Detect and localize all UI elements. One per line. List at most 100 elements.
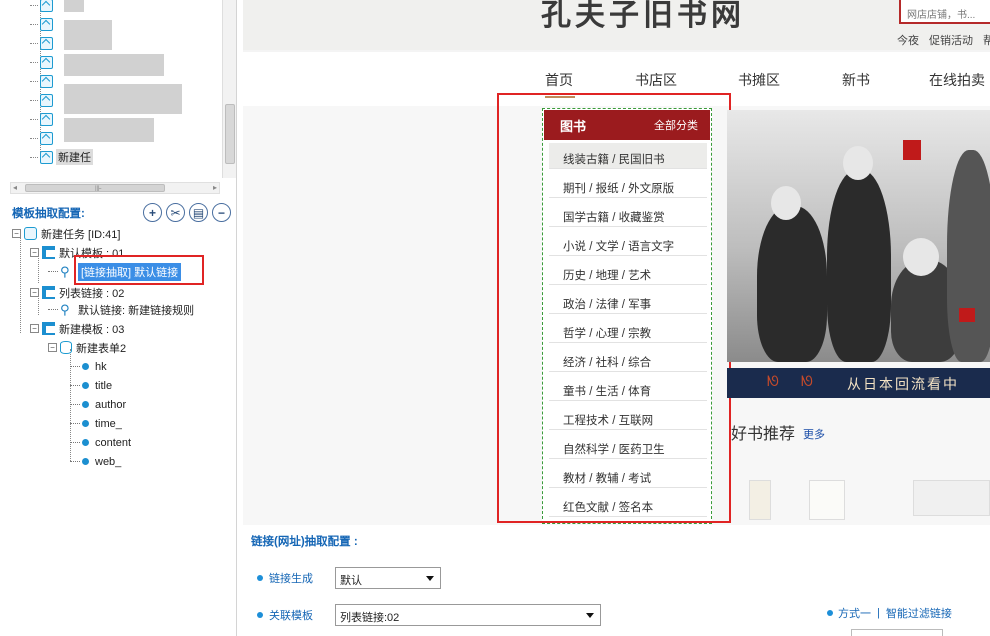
banner-image[interactable] (727, 110, 990, 362)
book-cover[interactable] (749, 480, 771, 520)
cube-icon (40, 36, 53, 50)
top-link[interactable]: 帮助 (983, 32, 990, 48)
tree-field-node[interactable]: author (70, 396, 126, 413)
link-icon: ⚲ (60, 301, 70, 317)
collapse-icon[interactable]: − (48, 343, 57, 352)
site-header: 孔夫子旧书网 网店店铺，书... 今夜 促销活动 帮助 (243, 0, 990, 50)
banner-figure (771, 186, 801, 220)
blurred-text (64, 20, 112, 50)
remove-icon[interactable]: − (212, 203, 231, 222)
scroll-left-arrow-icon[interactable]: ◂ (13, 183, 17, 192)
save-icon[interactable]: ▤ (189, 203, 208, 222)
nav-item-auction[interactable]: 在线拍卖 (929, 70, 985, 90)
select-value: 列表链接:02 (340, 612, 400, 624)
field-dot-icon (82, 401, 89, 408)
top-link[interactable]: 今夜 (897, 32, 919, 48)
cut-icon[interactable]: ✂ (166, 203, 185, 222)
nav-item-bookstores[interactable]: 书店区 (635, 70, 677, 90)
tree-node[interactable] (30, 110, 53, 128)
nav-item-stalls[interactable]: 书摊区 (738, 70, 780, 90)
partial-button[interactable] (851, 629, 943, 636)
field-dot-icon (82, 420, 89, 427)
field-dot-icon (82, 363, 89, 370)
section-title: 好书推荐 (731, 426, 796, 443)
tree-node[interactable] (30, 72, 53, 90)
collapse-icon[interactable]: − (12, 229, 21, 238)
banner-figure (843, 146, 873, 180)
tree-template-node[interactable]: − 列表链接 : 02 (30, 284, 124, 301)
banner-figure (947, 150, 990, 362)
banner-accent (959, 308, 975, 322)
tree-node[interactable]: 新建任 (30, 148, 93, 166)
tree-root-label: 新建任务 [ID:41] (41, 228, 121, 241)
vertical-scrollbar[interactable] (222, 0, 236, 178)
tree-node[interactable] (30, 53, 53, 71)
method-one-link[interactable]: 方式一 (838, 605, 871, 621)
tree-node[interactable] (30, 34, 53, 52)
scroll-thumb[interactable] (225, 104, 235, 164)
config-row: 链接生成 默认 (257, 567, 441, 589)
tree-field-node[interactable]: web_ (70, 453, 121, 470)
field-label: title (95, 379, 113, 392)
highlight-box (497, 93, 731, 523)
field-label: content (95, 436, 132, 449)
tree-field-node[interactable]: content (70, 434, 131, 451)
tree-link-node[interactable]: ⚲ 默认链接: 新建链接规则 (48, 301, 194, 318)
add-icon[interactable]: + (143, 203, 162, 222)
cube-icon (40, 17, 53, 31)
tree-field-node[interactable]: title (70, 377, 112, 394)
nav-item-new-books[interactable]: 新书 (842, 70, 870, 90)
banner-figure (757, 206, 827, 362)
tree-node[interactable] (30, 15, 53, 33)
web-preview: 孔夫子旧书网 网店店铺，书... 今夜 促销活动 帮助 首页 书店区 书摊区 新… (243, 0, 990, 525)
scroll-right-arrow-icon[interactable]: ▸ (213, 183, 217, 192)
smart-filter-link[interactable]: 智能过滤链接 (886, 605, 952, 621)
banner-accent (903, 140, 921, 160)
collapse-icon[interactable]: − (30, 324, 39, 333)
book-cover[interactable] (913, 480, 990, 516)
tree-guide-line (20, 237, 21, 333)
template-config-toolbar: + ✂ ▤ − (143, 203, 231, 222)
cube-icon (40, 112, 53, 126)
related-template-select[interactable]: 列表链接:02 (335, 604, 601, 626)
filter-links: 方式一 | 智能过滤链接 (827, 605, 952, 621)
top-link[interactable]: 促销活动 (929, 32, 973, 48)
template-icon (42, 286, 55, 299)
highlight-box (74, 255, 204, 285)
tree-field-node[interactable]: hk (70, 358, 107, 375)
tree-node-label: 默认链接: 新建链接规则 (78, 304, 195, 317)
bullet-icon (257, 612, 263, 618)
horizontal-scrollbar[interactable]: ◂ ⊪ ▸ (10, 182, 220, 194)
link-generate-select[interactable]: 默认 (335, 567, 441, 589)
tree-node-label: 新建任 (56, 149, 93, 165)
collapse-icon[interactable]: − (30, 248, 39, 257)
swirl-icon: ᘚ (767, 373, 779, 389)
banner-strip[interactable]: ᘚ ᘚ 从日本回流看中 (727, 368, 990, 398)
more-link[interactable]: 更多 (803, 426, 825, 442)
cube-icon (40, 0, 53, 12)
task-tree-upper: 新建任 (0, 0, 222, 178)
form-icon (60, 341, 72, 354)
site-logo-title[interactable]: 孔夫子旧书网 (541, 0, 745, 34)
link-icon: ⚲ (60, 263, 70, 279)
template-icon (42, 322, 55, 335)
tree-template-node[interactable]: − 新建模板 : 03 (30, 320, 124, 337)
tree-node-label: 新建表单2 (76, 342, 127, 355)
bullet-icon (827, 610, 833, 616)
top-links: 今夜 促销活动 帮助 (897, 32, 990, 48)
tree-form-node[interactable]: − 新建表单2 (48, 339, 126, 356)
nav-item-home[interactable]: 首页 (545, 70, 573, 90)
book-cover[interactable] (809, 480, 845, 520)
tree-field-node[interactable]: time_ (70, 415, 122, 432)
field-label: author (95, 398, 127, 411)
template-config-title: 模板抽取配置: (12, 208, 85, 220)
tree-node[interactable] (30, 91, 53, 109)
tree-root-node[interactable]: − 新建任务 [ID:41] (12, 225, 120, 242)
chevron-down-icon (586, 613, 594, 618)
tree-node[interactable] (30, 0, 53, 14)
collapse-icon[interactable]: − (30, 288, 39, 297)
related-template-label: 关联模板 (269, 610, 313, 622)
search-input[interactable]: 网店店铺，书... (899, 0, 990, 24)
tree-node[interactable] (30, 129, 53, 147)
blurred-text (64, 54, 164, 76)
